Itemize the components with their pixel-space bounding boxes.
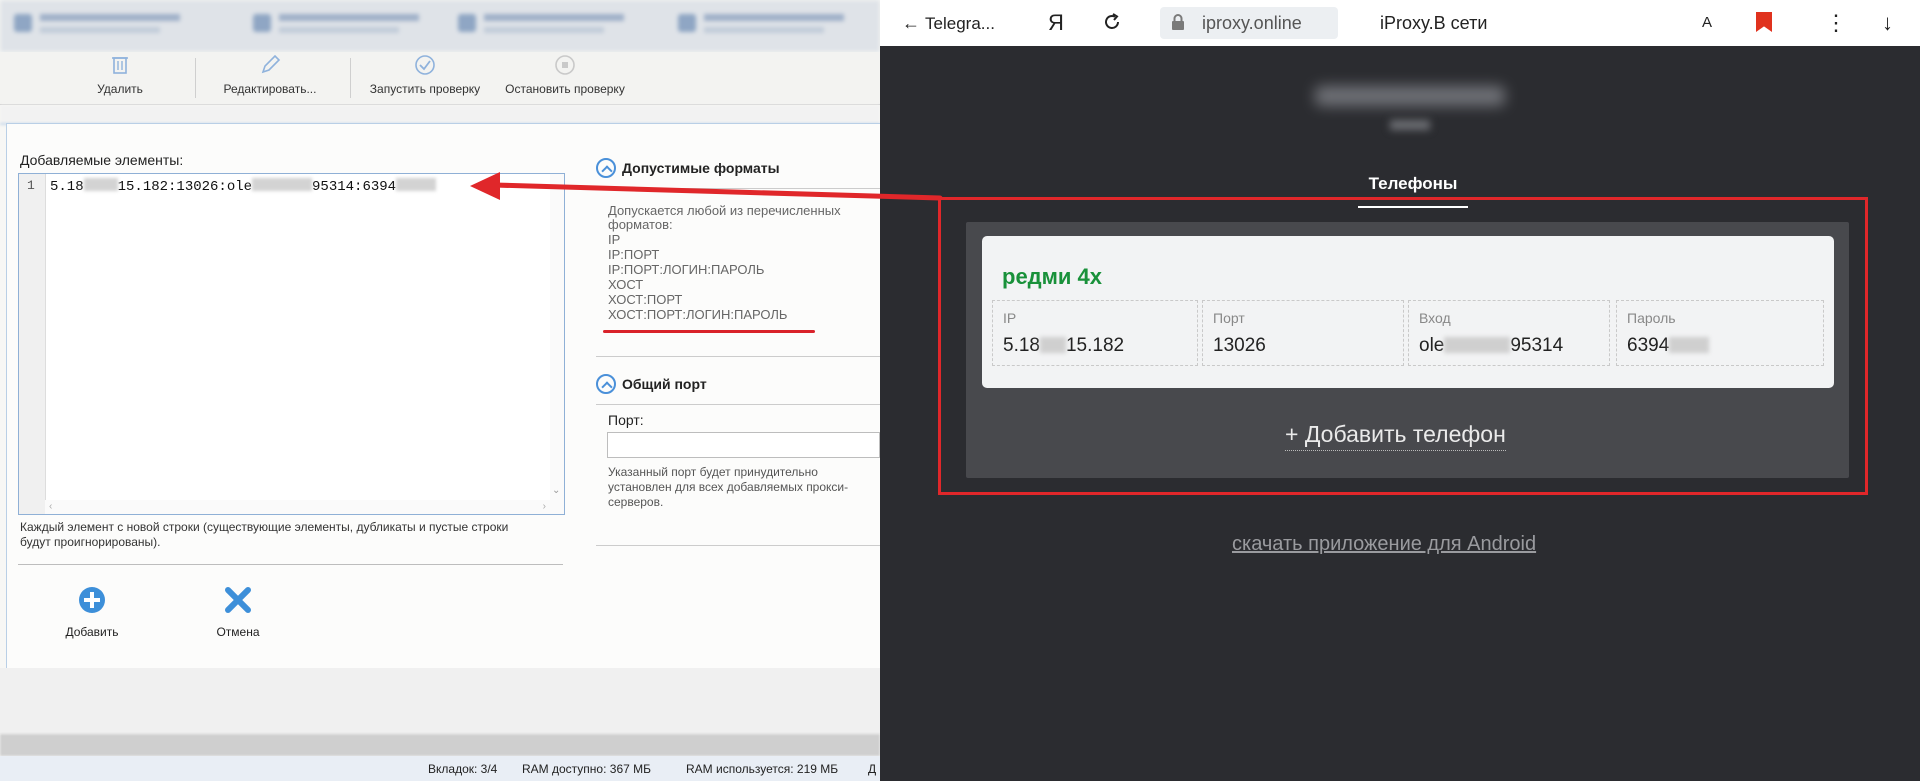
editor-hint: Каждый элемент с новой строки (существую…: [20, 520, 509, 549]
start-check-button-label: Запустить проверку: [369, 82, 481, 96]
status-bar: Вкладок: 3/4 RAM доступно: 367 МБ RAM ис…: [0, 756, 880, 781]
editor-gutter: 1: [19, 174, 46, 514]
back-button-label: Telegra...: [925, 14, 995, 33]
divider: [596, 404, 880, 405]
status-ram-available: RAM доступно: 367 МБ: [522, 762, 651, 776]
common-port-section-toggle[interactable]: Общий порт: [596, 374, 707, 394]
common-port-section-title: Общий порт: [622, 376, 707, 392]
stop-check-button[interactable]: Остановить проверку: [500, 52, 630, 104]
items-editor[interactable]: 1 5.18 15.182:13026:ole 95314:6394 ⌄ ‹ ›: [18, 173, 565, 515]
port-hint: Указанный порт будет принудительно устан…: [608, 465, 849, 509]
chevron-up-icon: [596, 374, 616, 394]
close-icon: [225, 587, 251, 613]
reload-button[interactable]: [1102, 0, 1122, 46]
editor-horizontal-scrollbar[interactable]: ‹ ›: [45, 500, 550, 514]
tab-phones[interactable]: Телефоны: [1358, 174, 1468, 194]
more-button[interactable]: ⋮: [1825, 0, 1847, 46]
horizontal-scrollbar[interactable]: [0, 734, 880, 756]
chevron-up-icon: [596, 158, 616, 178]
redaction: [83, 178, 118, 191]
download-button[interactable]: ↓: [1882, 0, 1893, 46]
edit-button-label: Редактировать...: [223, 82, 317, 96]
stop-circle-icon: [555, 55, 575, 75]
trash-icon: [112, 57, 128, 74]
android-app-link[interactable]: скачать приложение для Android: [1232, 533, 1536, 556]
formats-list: IP IP:ПОРТ IP:ПОРТ:ЛОГИН:ПАРОЛЬ ХОСТ ХОС…: [608, 232, 878, 322]
blurred-account-name: [1315, 86, 1505, 106]
lock-icon: [1170, 0, 1186, 46]
editor-line-mid: 15.182:13026:ole: [117, 179, 253, 195]
editor-line: 5.18 15.182:13026:ole 95314:6394: [50, 178, 437, 195]
format-item: IP: [608, 232, 621, 247]
formats-section-toggle[interactable]: Допустимые форматы: [596, 158, 780, 178]
divider: [596, 188, 880, 189]
add-button-label: Добавить: [65, 625, 119, 639]
cancel-button[interactable]: Отмена: [198, 585, 278, 639]
editor-line-end: 95314:6394: [312, 179, 397, 195]
annotation-underline: [603, 330, 815, 333]
status-extra: Д: [868, 762, 877, 776]
proxy-manager-app: Удалить Редактировать... Запустить прове…: [0, 0, 880, 781]
more-icon: ⋮: [1825, 10, 1847, 35]
formats-description: Допускается любой из перечисленных форма…: [608, 203, 841, 232]
port-input[interactable]: [607, 432, 880, 458]
chevron-right-icon: ›: [542, 501, 546, 512]
delete-button[interactable]: Удалить: [80, 52, 160, 104]
check-circle-icon: [415, 55, 435, 75]
stop-check-button-label: Остановить проверку: [505, 82, 625, 96]
download-icon: ↓: [1882, 10, 1893, 35]
divider: [596, 356, 880, 357]
translate-button[interactable]: A: [1702, 0, 1712, 46]
browser-window: ← Telegra... Я iproxy.online iProxy.В се…: [880, 0, 1920, 781]
redaction: [396, 178, 437, 191]
port-label: Порт:: [608, 412, 644, 428]
toolbar: Удалить Редактировать... Запустить прове…: [0, 52, 880, 105]
cancel-button-label: Отмена: [216, 625, 260, 639]
divider: [18, 564, 563, 565]
added-items-label: Добавляемые элементы:: [20, 152, 184, 168]
chevron-left-icon: ‹: [49, 501, 53, 512]
divider: [596, 545, 880, 546]
formats-section-title: Допустимые форматы: [622, 160, 780, 176]
plus-circle-icon: [79, 587, 105, 613]
format-item: IP:ПОРТ: [608, 247, 660, 262]
editor-vertical-scrollbar[interactable]: ⌄: [550, 174, 564, 514]
arrow-left-icon: ←: [902, 13, 920, 33]
edit-button[interactable]: Редактировать...: [210, 52, 330, 104]
bookmark-icon[interactable]: [1756, 12, 1772, 32]
format-item: ХОСТ:ПОРТ: [608, 292, 683, 307]
format-item: ХОСТ: [608, 277, 644, 292]
editor-line-start: 5.18: [50, 179, 84, 195]
blurred-column-headers: [0, 105, 880, 125]
domain-text: iproxy.online: [1202, 13, 1302, 33]
redaction: [252, 178, 313, 191]
blurred-tabs-strip: [0, 0, 880, 52]
status-ram-used: RAM используется: 219 МБ: [686, 762, 839, 776]
line-number: 1: [27, 178, 35, 193]
yandex-logo[interactable]: Я: [1048, 0, 1064, 46]
status-tabs: Вкладок: 3/4: [428, 762, 498, 776]
pencil-icon: [261, 54, 281, 74]
annotation-highlight-box: [938, 197, 1868, 495]
format-item: IP:ПОРТ:ЛОГИН:ПАРОЛЬ: [608, 262, 765, 277]
delete-button-label: Удалить: [97, 82, 143, 96]
translate-icon: A: [1702, 14, 1713, 31]
blurred-subtitle: [1390, 120, 1430, 130]
start-check-button[interactable]: Запустить проверку: [360, 52, 490, 104]
formats-panel: Допускается любой из перечисленных форма…: [608, 203, 878, 323]
address-bar: ← Telegra... Я iproxy.online iProxy.В се…: [880, 0, 1920, 46]
add-button[interactable]: Добавить: [52, 585, 132, 639]
back-button[interactable]: ← Telegra...: [902, 0, 995, 46]
app-bottom-area: [0, 668, 880, 734]
page-title: iProxy.В сети: [1380, 13, 1488, 33]
reload-icon: [1105, 13, 1119, 29]
format-item: ХОСТ:ПОРТ:ЛОГИН:ПАРОЛЬ: [608, 307, 788, 322]
chevron-down-icon: ⌄: [552, 485, 561, 496]
